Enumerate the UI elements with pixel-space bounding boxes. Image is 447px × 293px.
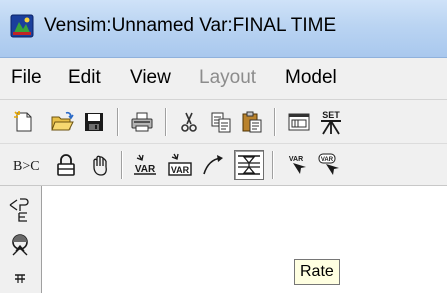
loops-icon[interactable] [6,230,34,258]
input-output-icon[interactable]: VAR [314,151,342,179]
output-window-icon[interactable] [285,108,313,136]
arrow-icon[interactable] [200,151,228,179]
vensim-app-icon[interactable] [10,14,34,38]
box-variable-icon[interactable]: VAR [166,151,194,179]
main-toolbar: SET [0,100,447,144]
shadow-variable-icon[interactable]: VAR [283,151,311,179]
rate-tooltip: Rate [294,259,340,285]
word-edit-label: B>C [13,159,40,174]
set-label: SET [322,110,340,120]
menu-file[interactable]: File [11,66,42,90]
save-icon[interactable] [80,108,108,136]
toolbar-separator [272,151,274,179]
toolbar-separator [165,108,167,136]
document-icon[interactable] [6,270,34,293]
box-variable-label: VAR [171,165,190,175]
rate-icon[interactable] [234,150,264,180]
menu-edit[interactable]: Edit [68,66,101,90]
move-hand-icon[interactable] [86,151,114,179]
menu-bar: File Edit View Layout Model [0,58,447,100]
set-simulation-icon[interactable]: SET [317,108,345,136]
menu-model[interactable]: Model [285,66,337,90]
menu-layout[interactable]: Layout [199,66,256,90]
toolbar-separator [274,108,276,136]
left-tool-palette [0,186,42,293]
paste-icon[interactable] [238,108,266,136]
open-model-icon[interactable] [48,108,76,136]
sketch-toolbar: B>C VAR VAR VAR VAR [0,144,447,186]
sketch-canvas[interactable] [43,186,447,293]
title-bar[interactable]: Vensim:Unnamed Var:FINAL TIME [0,0,447,58]
input-output-label: VAR [321,157,334,163]
shadow-variable-label: VAR [289,156,303,163]
cut-icon[interactable] [175,108,203,136]
word-edit-icon[interactable]: B>C [12,151,42,179]
toolbar-separator [117,108,119,136]
causes-tree-icon[interactable] [6,196,34,224]
print-icon[interactable] [128,108,156,136]
toolbar-separator [121,151,123,179]
variable-icon[interactable]: VAR [131,151,159,179]
new-model-icon[interactable] [10,108,38,136]
menu-view[interactable]: View [130,66,171,90]
lock-icon[interactable] [52,151,80,179]
window-title: Vensim:Unnamed Var:FINAL TIME [44,15,337,36]
copy-icon[interactable] [207,108,235,136]
